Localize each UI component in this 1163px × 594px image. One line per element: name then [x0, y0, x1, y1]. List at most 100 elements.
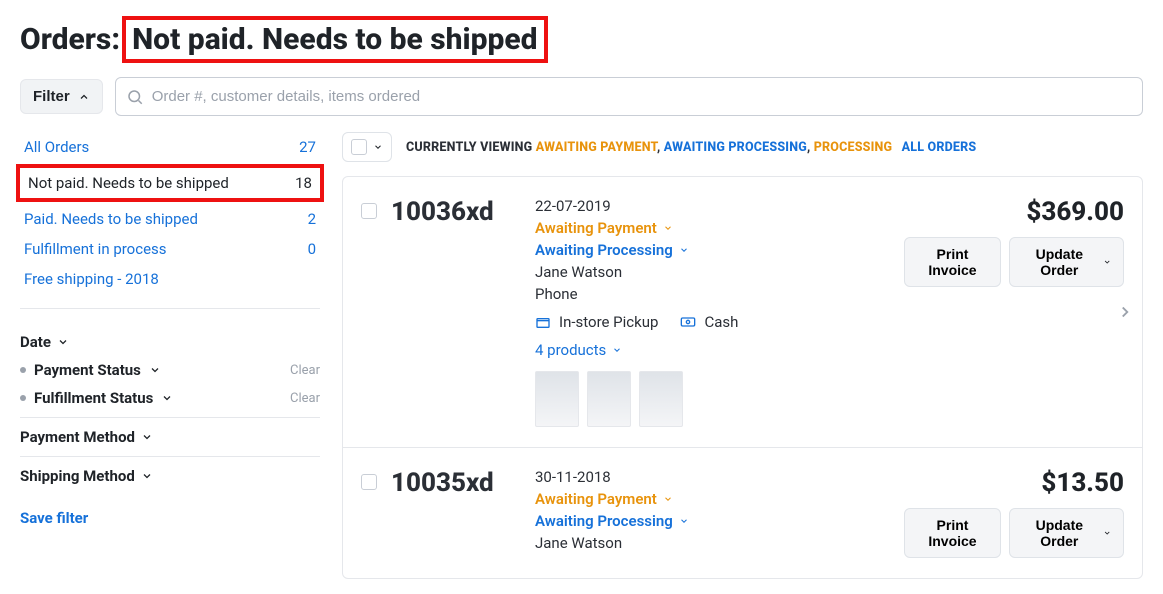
bullet-icon	[20, 395, 26, 401]
facet-date: Date Payment Status Clear Fulfillment St…	[20, 323, 320, 418]
chevron-down-icon	[149, 364, 161, 376]
chevron-down-icon	[663, 223, 673, 233]
clear-fulfillment-status[interactable]: Clear	[290, 391, 320, 406]
order-row[interactable]: 10036xd 22-07-2019 Awaiting Payment Awai…	[343, 177, 1142, 448]
chevron-down-icon	[1103, 257, 1111, 267]
customer-name: Jane Watson	[535, 263, 890, 281]
chevron-up-icon	[78, 91, 90, 103]
filter-button[interactable]: Filter	[20, 79, 103, 114]
product-thumbnail[interactable]	[535, 371, 579, 427]
fulfillment-status-dropdown[interactable]: Awaiting Processing	[535, 241, 890, 259]
store-icon	[535, 314, 551, 330]
saved-filter-count: 2	[308, 210, 316, 228]
saved-filter-label: Paid. Needs to be shipped	[24, 210, 198, 228]
facet-fulfillment-status: Fulfillment Status Clear	[20, 379, 320, 407]
facet-payment-status: Payment Status Clear	[20, 351, 320, 379]
checkbox-icon	[361, 203, 377, 219]
facet-fulfillment-status-label: Fulfillment Status	[34, 389, 153, 407]
print-invoice-button[interactable]: Print Invoice	[904, 508, 1001, 558]
product-thumbnail[interactable]	[587, 371, 631, 427]
order-checkbox[interactable]	[361, 203, 377, 427]
chevron-down-icon	[679, 245, 689, 255]
saved-filter-fulfillment[interactable]: Fulfillment in process 0	[20, 234, 320, 264]
title-prefix: Orders:	[20, 22, 120, 57]
chevron-down-icon	[57, 336, 69, 348]
currently-viewing: CURRENTLY VIEWING AWAITING PAYMENT, AWAI…	[406, 140, 976, 155]
search-icon	[126, 88, 144, 106]
saved-filter-not-paid[interactable]: Not paid. Needs to be shipped 18	[16, 164, 324, 202]
chevron-down-icon	[612, 345, 622, 355]
update-order-label: Update Order	[1022, 246, 1097, 278]
product-thumbnails	[535, 371, 890, 427]
saved-filter-label: Free shipping - 2018	[24, 270, 159, 288]
fulfillment-status-label: Awaiting Processing	[535, 512, 673, 530]
payment-method: Cash	[680, 313, 738, 331]
viewing-processing[interactable]: PROCESSING	[814, 140, 893, 155]
order-number: 10036xd	[391, 197, 521, 427]
print-invoice-button[interactable]: Print Invoice	[904, 237, 1001, 287]
search-field[interactable]	[115, 77, 1143, 116]
facet-shipping-method-label: Shipping Method	[20, 467, 135, 485]
saved-filter-count: 18	[295, 174, 312, 192]
fulfillment-status-label: Awaiting Processing	[535, 241, 673, 259]
saved-filter-free-shipping[interactable]: Free shipping - 2018	[20, 264, 320, 294]
viewing-awaiting-payment[interactable]: AWAITING PAYMENT	[536, 140, 657, 155]
divider	[20, 308, 320, 309]
update-order-button[interactable]: Update Order	[1009, 237, 1124, 287]
saved-filter-label: Not paid. Needs to be shipped	[28, 174, 229, 192]
facet-payment-status-toggle[interactable]: Payment Status	[20, 361, 161, 379]
facet-payment-status-label: Payment Status	[34, 361, 141, 379]
products-toggle[interactable]: 4 products	[535, 341, 890, 359]
chevron-down-icon	[663, 494, 673, 504]
facet-fulfillment-status-toggle[interactable]: Fulfillment Status	[20, 389, 173, 407]
update-order-button[interactable]: Update Order	[1009, 508, 1124, 558]
facet-payment-method-toggle[interactable]: Payment Method	[20, 428, 320, 446]
saved-filter-count: 27	[299, 138, 316, 156]
chevron-down-icon	[141, 470, 153, 482]
viewing-row: CURRENTLY VIEWING AWAITING PAYMENT, AWAI…	[342, 132, 1143, 162]
order-date: 22-07-2019	[535, 197, 890, 215]
order-checkbox[interactable]	[361, 474, 377, 558]
payment-status-dropdown[interactable]: Awaiting Payment	[535, 219, 890, 237]
customer-name: Jane Watson	[535, 534, 890, 552]
viewing-awaiting-processing[interactable]: AWAITING PROCESSING	[664, 140, 807, 155]
fulfillment-status-dropdown[interactable]: Awaiting Processing	[535, 512, 890, 530]
shipping-method-label: In-store Pickup	[559, 313, 658, 331]
viewing-all-orders[interactable]: ALL ORDERS	[902, 140, 977, 155]
checkbox-icon	[361, 474, 377, 490]
clear-payment-status[interactable]: Clear	[290, 363, 320, 378]
saved-filter-all-orders[interactable]: All Orders 27	[20, 132, 320, 162]
cash-icon	[680, 314, 696, 330]
print-invoice-label: Print Invoice	[917, 517, 988, 549]
save-filter-link[interactable]: Save filter	[20, 509, 88, 527]
select-all-dropdown[interactable]	[342, 132, 392, 162]
order-list: 10036xd 22-07-2019 Awaiting Payment Awai…	[342, 176, 1143, 579]
viewing-prefix: CURRENTLY VIEWING	[406, 140, 532, 155]
facet-payment-method-label: Payment Method	[20, 428, 135, 446]
product-thumbnail[interactable]	[639, 371, 683, 427]
saved-filter-list: All Orders 27 Not paid. Needs to be ship…	[20, 132, 320, 294]
chevron-down-icon	[1103, 528, 1111, 538]
payment-status-dropdown[interactable]: Awaiting Payment	[535, 490, 890, 508]
payment-status-label: Awaiting Payment	[535, 490, 657, 508]
order-number: 10035xd	[391, 468, 521, 558]
checkbox-icon	[351, 139, 367, 155]
filter-button-label: Filter	[33, 88, 70, 105]
chevron-down-icon	[373, 142, 383, 152]
chevron-down-icon	[161, 392, 173, 404]
chevron-right-icon	[1116, 303, 1134, 321]
print-invoice-label: Print Invoice	[917, 246, 988, 278]
products-label: 4 products	[535, 341, 606, 359]
facet-date-toggle[interactable]: Date	[20, 333, 320, 351]
facet-shipping-method-toggle[interactable]: Shipping Method	[20, 467, 320, 485]
saved-filter-paid[interactable]: Paid. Needs to be shipped 2	[20, 204, 320, 234]
order-row[interactable]: 10035xd 30-11-2018 Awaiting Payment Awai…	[343, 448, 1142, 578]
search-input[interactable]	[144, 84, 1132, 109]
sidebar: All Orders 27 Not paid. Needs to be ship…	[20, 132, 320, 527]
saved-filter-count: 0	[308, 240, 316, 258]
update-order-label: Update Order	[1022, 517, 1097, 549]
saved-filter-label: All Orders	[24, 138, 89, 156]
order-price: $13.50	[1041, 468, 1124, 498]
contact-method: Phone	[535, 285, 890, 303]
order-price: $369.00	[1026, 197, 1124, 227]
